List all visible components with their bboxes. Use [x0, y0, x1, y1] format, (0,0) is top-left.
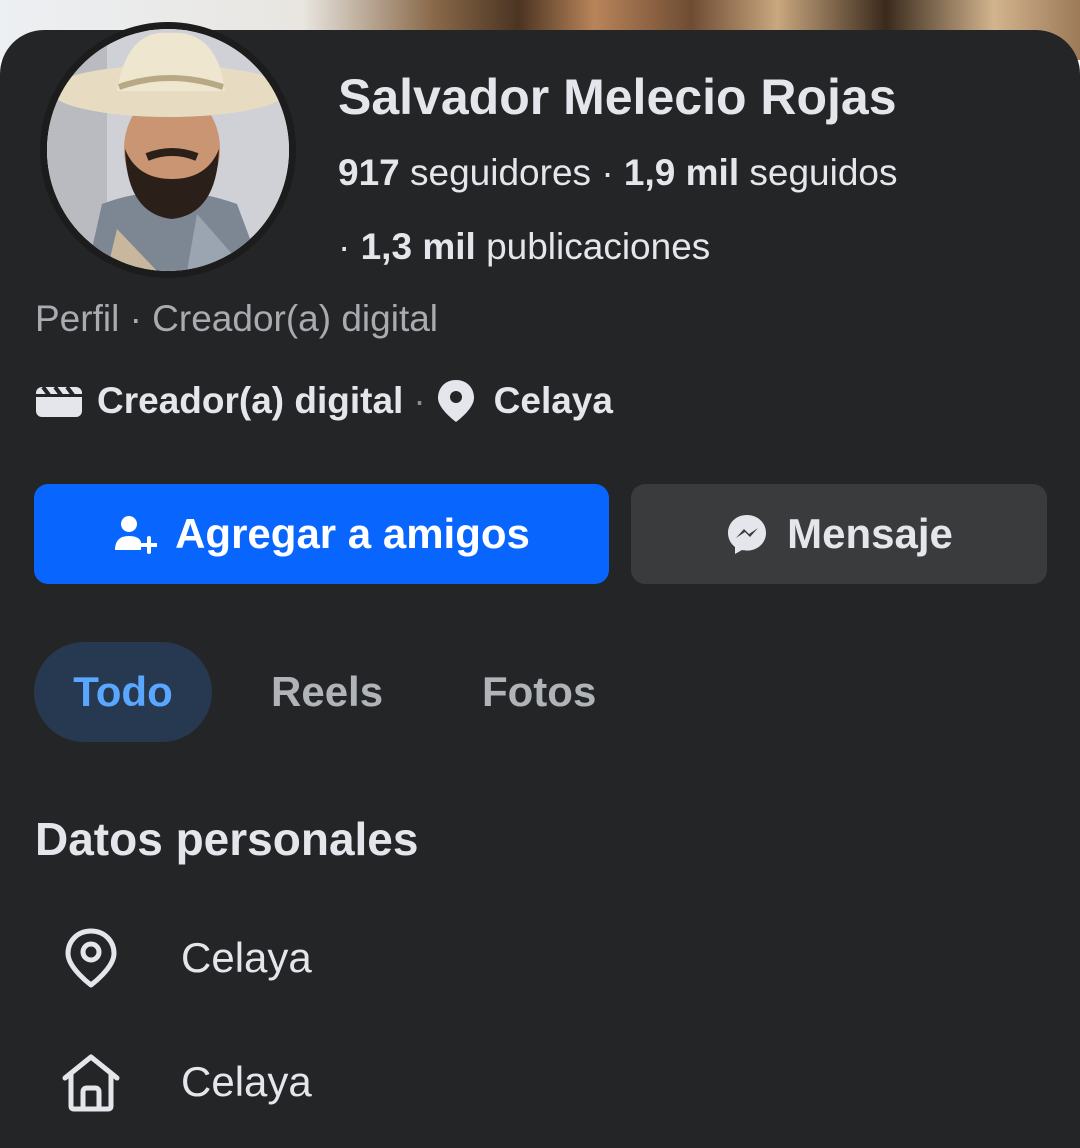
following-label[interactable]: seguidos — [749, 152, 897, 193]
home-icon — [56, 1047, 126, 1117]
message-button[interactable]: Mensaje — [631, 484, 1047, 584]
posts-label: publicaciones — [486, 226, 711, 267]
location-pin-outline-icon — [56, 923, 126, 993]
info-row-location[interactable]: Celaya — [0, 918, 312, 998]
add-friend-icon — [115, 516, 158, 554]
message-label: Mensaje — [787, 510, 953, 557]
tab-reels[interactable]: Reels — [271, 642, 383, 742]
category-label[interactable]: Creador(a) digital — [97, 380, 403, 422]
tab-fotos[interactable]: Fotos — [482, 642, 596, 742]
posts-stats: · 1,3 mil publicaciones — [338, 226, 710, 268]
detail-separator: · — [413, 380, 426, 421]
profile-header-card: Salvador Melecio Rojas 917 seguidores · … — [0, 22, 1080, 1148]
location-label[interactable]: Celaya — [494, 380, 613, 422]
profile-avatar[interactable] — [47, 29, 289, 271]
location-pin-icon — [436, 378, 476, 424]
followers-label[interactable]: seguidores — [410, 152, 591, 193]
tab-fotos-label: Fotos — [482, 668, 597, 715]
tab-todo[interactable]: Todo — [34, 642, 212, 742]
profile-subtitle: Perfil · Creador(a) digital — [35, 298, 439, 339]
followers-count[interactable]: 917 — [338, 152, 400, 193]
add-friend-button[interactable]: Agregar a amigos — [34, 484, 609, 584]
add-friend-label: Agregar a amigos — [175, 510, 530, 557]
messenger-icon — [728, 515, 767, 554]
stats-separator: · — [338, 226, 351, 267]
tab-reels-label: Reels — [271, 668, 384, 715]
info-row-hometown[interactable]: Celaya — [0, 1042, 312, 1122]
following-count[interactable]: 1,9 mil — [624, 152, 739, 193]
profile-details: Creador(a) digital · Celaya — [35, 376, 613, 426]
stats-separator: · — [601, 152, 614, 193]
clapperboard-icon — [35, 383, 83, 419]
tab-todo-label: Todo — [73, 668, 173, 715]
posts-count: 1,3 mil — [360, 226, 476, 267]
profile-name: Salvador Melecio Rojas — [338, 69, 897, 125]
avatar-portrait — [47, 29, 289, 271]
info-hometown-value: Celaya — [181, 1058, 312, 1105]
follow-stats: 917 seguidores · 1,9 mil seguidos — [338, 152, 898, 194]
info-location-value: Celaya — [181, 934, 312, 981]
personal-info-title: Datos personales — [35, 813, 419, 865]
